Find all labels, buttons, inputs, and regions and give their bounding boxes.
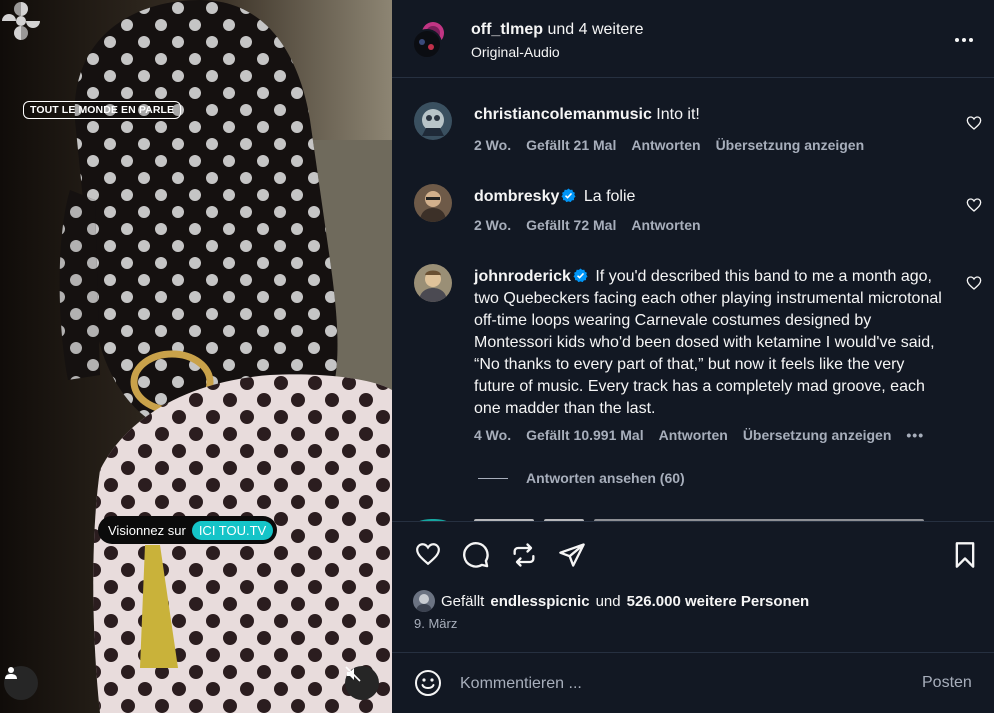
add-comment-bar: Posten [392,652,994,713]
view-replies-button[interactable]: Antworten ansehen (60) [478,470,685,486]
bookmark-icon[interactable] [953,541,977,569]
person-icon [5,667,17,679]
translate-button[interactable]: Übersetzung anzeigen [743,427,892,443]
heart-icon[interactable] [966,115,982,131]
post-action-bar [392,522,994,586]
comment-likes[interactable]: Gefällt 72 Mal [526,217,616,233]
comment-body: christiancolemanmusic Into it! [474,104,944,126]
comment-time[interactable]: 4 Wo. [474,427,511,443]
commenter-avatar[interactable] [414,102,452,140]
author-username[interactable]: off_tlmep [471,21,543,38]
liker-avatar[interactable] [413,590,435,612]
comment-meta: 2 Wo. Gefällt 72 Mal Antworten [474,217,701,233]
watch-on-tou-tv-pill: Visionnez sur ICI TOU.TV [98,516,278,544]
comments-list[interactable]: christiancolemanmusic Into it! 2 Wo. Gef… [392,79,994,522]
comment-body: dombresky La folie [474,186,944,208]
comment-likes[interactable]: Gefällt 10.991 Mal [526,427,644,443]
comment-username[interactable]: dombresky [474,188,559,205]
comment-username[interactable]: christiancolemanmusic [474,106,652,123]
comment-input[interactable] [460,672,900,696]
commenter-avatar[interactable] [414,264,452,302]
comment-username[interactable]: johnroderick [474,268,571,285]
comment-text: La folie [583,188,636,205]
speaker-muted-icon [345,666,361,682]
comment-meta: 4 Wo. Gefällt 10.991 Mal Antworten Übers… [474,427,924,443]
view-replies-label: Antworten ansehen (60) [526,470,685,486]
audio-label[interactable]: Original-Audio [471,44,560,60]
post-header: off_tlmep und 4 weitere Original-Audio [392,0,994,78]
comment-meta: 2 Wo. Gefällt 21 Mal Antworten Übersetzu… [474,137,864,153]
post-details-panel: off_tlmep und 4 weitere Original-Audio c… [392,0,994,713]
tou-tv-badge: ICI TOU.TV [191,520,274,540]
watch-prefix: Visionnez sur [108,522,186,538]
comment-time[interactable]: 2 Wo. [474,217,511,233]
coauthors-link[interactable]: und 4 weitere [547,21,643,38]
share-send-icon[interactable] [558,541,586,569]
video-player[interactable]: TOUT LE MONDE EN PARLE Visionnez sur ICI… [0,0,392,713]
dot-icon [962,38,966,42]
verified-badge-icon [573,268,588,283]
mute-button[interactable] [345,666,379,700]
heart-icon[interactable] [966,275,982,291]
dot-icon [955,38,959,42]
tagged-users-button[interactable] [4,666,38,700]
likes-count[interactable]: 526.000 weitere Personen [627,593,810,610]
likes-prefix: Gefällt [441,592,485,610]
more-options-button[interactable] [950,30,978,50]
liker-username[interactable]: endlesspicnic [490,593,589,610]
comment-text: If you'd described this band to me a mon… [474,268,942,417]
reply-button[interactable]: Antworten [631,137,700,153]
comment-time[interactable]: 2 Wo. [474,137,511,153]
likes-summary: Gefällt endlesspicnic und 526.000 weiter… [413,590,809,612]
post-author-line: off_tlmep und 4 weitere [471,21,644,39]
comment-bubble-icon[interactable] [462,541,490,569]
translate-button[interactable]: Übersetzung anzeigen [716,137,865,153]
reply-button[interactable]: Antworten [631,217,700,233]
next-comment-partial [419,519,924,521]
post-date[interactable]: 9. März [414,616,457,631]
repost-icon[interactable] [510,541,538,569]
reply-button[interactable]: Antworten [659,427,728,443]
comment-text: Into it! [656,106,700,123]
like-heart-icon[interactable] [414,541,442,567]
author-avatar[interactable] [412,20,446,60]
heart-icon[interactable] [966,197,982,213]
dot-icon [969,38,973,42]
verified-badge-icon [561,188,576,203]
commenter-avatar[interactable] [414,184,452,222]
comment-likes[interactable]: Gefällt 21 Mal [526,137,616,153]
replies-divider [478,477,508,479]
likes-connector: und [595,592,621,610]
emoji-icon[interactable] [413,668,443,698]
comment-options-button[interactable]: ••• [906,427,924,443]
post-comment-button[interactable]: Posten [922,674,972,692]
cbc-logo-icon [2,2,40,40]
show-title-tag: TOUT LE MONDE EN PARLE [23,101,182,119]
comment-body: johnroderick If you'd described this ban… [474,266,944,420]
